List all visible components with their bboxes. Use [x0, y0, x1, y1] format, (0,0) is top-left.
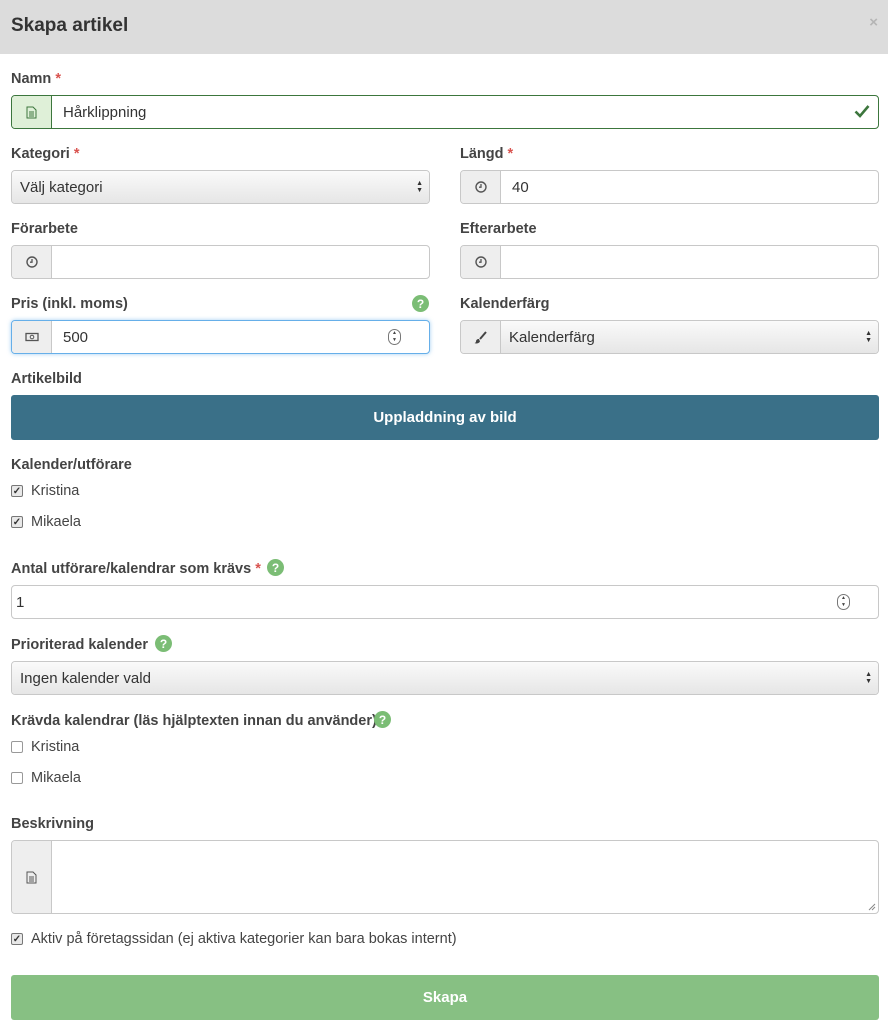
clock-icon: [461, 246, 501, 278]
description-textarea[interactable]: [52, 841, 878, 913]
select-arrows-icon: ▲ ▼: [865, 330, 872, 344]
clock-icon: [12, 246, 52, 278]
postwork-input[interactable]: [501, 246, 878, 278]
performers-label: Kalender/utförare: [11, 457, 132, 473]
prioritized-help-icon[interactable]: ?: [155, 635, 172, 652]
name-input-group[interactable]: Hårklippning: [11, 95, 879, 129]
description-input-group[interactable]: [11, 840, 879, 914]
performer-label: Mikaela: [31, 514, 81, 530]
create-button[interactable]: Skapa: [11, 975, 879, 1020]
price-label: Pris (inkl. moms): [11, 296, 128, 312]
postwork-label: Efterarbete: [460, 221, 537, 237]
document-icon: [12, 841, 52, 913]
required-calendar-label: Mikaela: [31, 770, 81, 786]
clock-icon: [461, 171, 501, 203]
brush-icon: [461, 321, 501, 353]
price-input[interactable]: 500 ▲ ▼: [52, 321, 429, 353]
required-count-label: Antal utförare/kalendrar som krävs *: [11, 561, 261, 577]
close-icon[interactable]: ×: [869, 14, 878, 31]
check-icon: [854, 104, 870, 121]
required-calendars-help-icon[interactable]: ?: [374, 711, 391, 728]
performer-checkbox-row[interactable]: ✓ Mikaela: [11, 514, 81, 530]
length-input-group[interactable]: 40: [460, 170, 879, 204]
category-selected: Välj kategori: [20, 178, 103, 196]
price-input-group[interactable]: 500 ▲ ▼: [11, 320, 430, 354]
prioritized-label: Prioriterad kalender: [11, 637, 148, 653]
price-help-icon[interactable]: ?: [412, 295, 429, 312]
prioritized-select[interactable]: Ingen kalender vald ▲ ▼: [11, 661, 879, 695]
performer-checkbox[interactable]: ✓: [11, 485, 23, 497]
name-input[interactable]: Hårklippning: [52, 96, 878, 128]
modal-title: Skapa artikel: [11, 15, 129, 36]
category-select[interactable]: Välj kategori ▲ ▼: [11, 170, 430, 204]
required-calendar-label: Kristina: [31, 739, 80, 755]
image-label: Artikelbild: [11, 371, 82, 387]
stepper-icon[interactable]: ▲ ▼: [837, 594, 850, 610]
prework-input[interactable]: [52, 246, 429, 278]
performer-checkbox-row[interactable]: ✓ Kristina: [11, 483, 79, 499]
upload-image-button[interactable]: Uppladdning av bild: [11, 395, 879, 440]
prework-input-group[interactable]: [11, 245, 430, 279]
calendar-color-label: Kalenderfärg: [460, 296, 550, 312]
name-label: Namn *: [11, 71, 61, 87]
required-calendar-checkbox[interactable]: [11, 741, 23, 753]
required-count-value: 1: [16, 593, 25, 611]
select-arrows-icon: ▲ ▼: [865, 671, 872, 685]
modal-header: Skapa artikel ×: [0, 0, 888, 54]
money-icon: [12, 321, 52, 353]
required-calendars-label: Krävda kalendrar (läs hjälptexten innan …: [11, 713, 377, 729]
calendar-color-selected: Kalenderfärg: [509, 328, 595, 346]
required-count-help-icon[interactable]: ?: [267, 559, 284, 576]
required-count-input[interactable]: 1 ▲ ▼: [11, 585, 879, 619]
length-input[interactable]: 40: [501, 171, 878, 203]
postwork-input-group[interactable]: [460, 245, 879, 279]
select-arrows-icon: ▲ ▼: [416, 180, 423, 194]
prework-label: Förarbete: [11, 221, 78, 237]
active-checkbox-row[interactable]: ✓ Aktiv på företagssidan (ej aktiva kate…: [11, 931, 457, 947]
document-icon: [12, 96, 52, 128]
calendar-color-select[interactable]: Kalenderfärg ▲ ▼: [460, 320, 879, 354]
price-value: 500: [63, 328, 89, 346]
active-checkbox[interactable]: ✓: [11, 933, 23, 945]
performer-label: Kristina: [31, 483, 80, 499]
required-calendar-checkbox-row[interactable]: Mikaela: [11, 770, 81, 786]
category-label: Kategori *: [11, 146, 80, 162]
performer-checkbox[interactable]: ✓: [11, 516, 23, 528]
description-label: Beskrivning: [11, 816, 94, 832]
resize-handle-icon[interactable]: [868, 903, 876, 911]
required-calendar-checkbox-row[interactable]: Kristina: [11, 739, 79, 755]
stepper-icon[interactable]: ▲ ▼: [388, 329, 401, 345]
required-calendar-checkbox[interactable]: [11, 772, 23, 784]
length-label: Längd *: [460, 146, 514, 162]
prioritized-selected: Ingen kalender vald: [20, 669, 151, 687]
active-label: Aktiv på företagssidan (ej aktiva katego…: [31, 931, 457, 947]
